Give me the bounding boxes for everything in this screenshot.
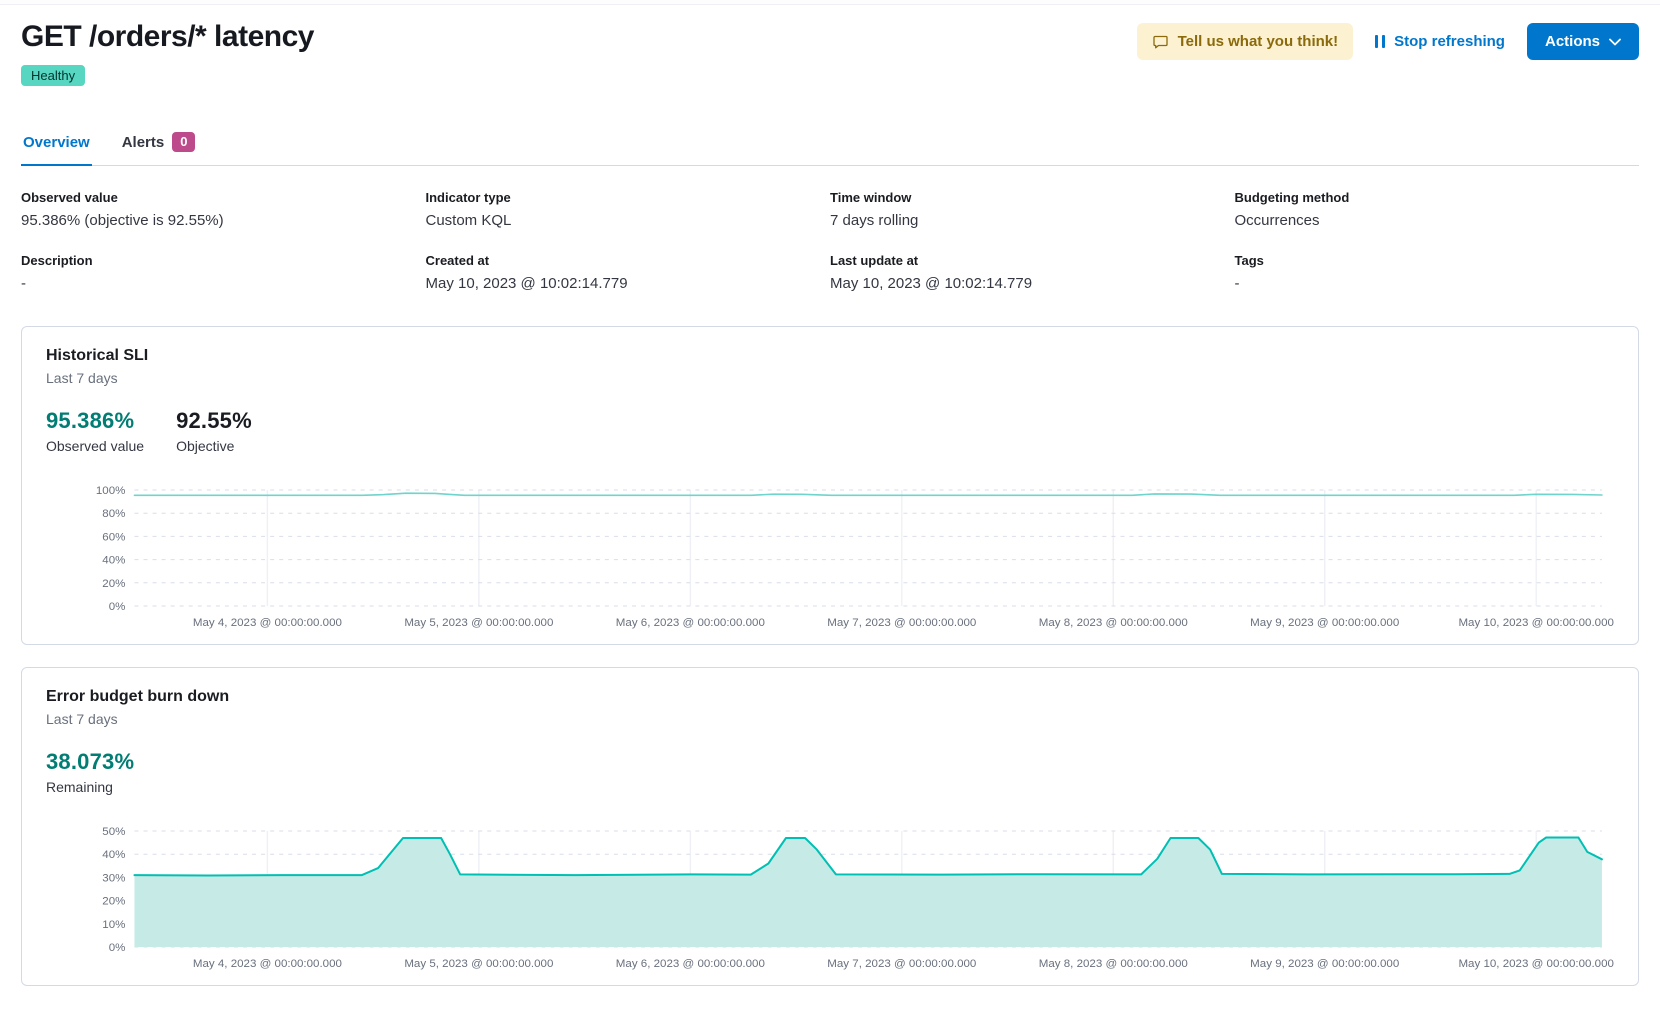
svg-text:May 4, 2023 @ 00:00:00.000: May 4, 2023 @ 00:00:00.000 (193, 958, 342, 970)
overview-metadata: Observed value 95.386% (objective is 92.… (21, 190, 1639, 292)
panel-title: Historical SLI (46, 347, 1614, 365)
page-title: GET /orders/* latency (21, 19, 314, 55)
error-budget-stats: 38.073% Remaining (46, 749, 1614, 795)
field-indicator-type: Indicator type Custom KQL (426, 190, 831, 229)
chevron-down-icon (1609, 38, 1621, 46)
panel-subtitle: Last 7 days (46, 711, 1614, 727)
slo-detail-page: GET /orders/* latency Healthy Tell us wh… (0, 5, 1660, 986)
svg-text:May 5, 2023 @ 00:00:00.000: May 5, 2023 @ 00:00:00.000 (404, 958, 553, 970)
svg-text:40%: 40% (102, 849, 125, 861)
svg-text:10%: 10% (102, 919, 125, 931)
field-value: 7 days rolling (830, 212, 1235, 229)
pause-icon (1375, 35, 1385, 48)
field-label: Created at (426, 253, 831, 268)
historical-sli-chart[interactable]: May 4, 2023 @ 00:00:00.000 May 5, 2023 @ … (46, 480, 1614, 632)
svg-text:20%: 20% (102, 896, 125, 908)
field-value: - (1235, 275, 1640, 292)
field-label: Last update at (830, 253, 1235, 268)
error-budget-chart[interactable]: May 4, 2023 @ 00:00:00.000 May 5, 2023 @ … (46, 821, 1614, 973)
field-label: Indicator type (426, 190, 831, 205)
svg-text:May 7, 2023 @ 00:00:00.000: May 7, 2023 @ 00:00:00.000 (827, 617, 976, 629)
svg-text:May 10, 2023 @ 00:00:00.000: May 10, 2023 @ 00:00:00.000 (1458, 617, 1614, 629)
svg-text:20%: 20% (102, 578, 125, 590)
svg-text:May 6, 2023 @ 00:00:00.000: May 6, 2023 @ 00:00:00.000 (616, 958, 765, 970)
tab-alerts[interactable]: Alerts 0 (120, 132, 198, 166)
panel-title: Error budget burn down (46, 688, 1614, 706)
feedback-button[interactable]: Tell us what you think! (1137, 23, 1354, 60)
tab-bar: Overview Alerts 0 (21, 132, 1639, 166)
field-label: Tags (1235, 253, 1640, 268)
svg-text:60%: 60% (102, 531, 125, 543)
field-observed-value: Observed value 95.386% (objective is 92.… (21, 190, 426, 229)
svg-text:May 8, 2023 @ 00:00:00.000: May 8, 2023 @ 00:00:00.000 (1039, 958, 1188, 970)
field-value: Occurrences (1235, 212, 1640, 229)
field-last-update-at: Last update at May 10, 2023 @ 10:02:14.7… (830, 253, 1235, 292)
speech-bubble-icon (1152, 34, 1169, 50)
svg-text:50%: 50% (102, 826, 125, 838)
svg-text:40%: 40% (102, 555, 125, 567)
sli-stats: 95.386% Observed value 92.55% Objective (46, 408, 1614, 454)
field-label: Observed value (21, 190, 426, 205)
svg-text:0%: 0% (109, 601, 126, 613)
svg-text:100%: 100% (96, 485, 126, 497)
svg-text:May 10, 2023 @ 00:00:00.000: May 10, 2023 @ 00:00:00.000 (1458, 958, 1614, 970)
field-label: Time window (830, 190, 1235, 205)
field-value: Custom KQL (426, 212, 831, 229)
svg-text:May 8, 2023 @ 00:00:00.000: May 8, 2023 @ 00:00:00.000 (1039, 617, 1188, 629)
field-time-window: Time window 7 days rolling (830, 190, 1235, 229)
observed-value-stat: 95.386% Observed value (46, 408, 144, 454)
field-label: Budgeting method (1235, 190, 1640, 205)
svg-text:0%: 0% (109, 942, 126, 954)
field-description: Description - (21, 253, 426, 292)
svg-text:May 4, 2023 @ 00:00:00.000: May 4, 2023 @ 00:00:00.000 (193, 617, 342, 629)
field-tags: Tags - (1235, 253, 1640, 292)
field-value: - (21, 275, 426, 292)
tab-overview[interactable]: Overview (21, 132, 92, 166)
remaining-stat: 38.073% Remaining (46, 749, 134, 795)
stat-value: 92.55% (176, 408, 252, 434)
stat-value: 95.386% (46, 408, 144, 434)
svg-text:80%: 80% (102, 508, 125, 520)
svg-text:May 5, 2023 @ 00:00:00.000: May 5, 2023 @ 00:00:00.000 (404, 617, 553, 629)
field-label: Description (21, 253, 426, 268)
stat-label: Objective (176, 438, 252, 454)
panel-subtitle: Last 7 days (46, 370, 1614, 386)
svg-text:May 9, 2023 @ 00:00:00.000: May 9, 2023 @ 00:00:00.000 (1250, 958, 1399, 970)
status-badge: Healthy (21, 65, 85, 86)
svg-text:May 7, 2023 @ 00:00:00.000: May 7, 2023 @ 00:00:00.000 (827, 958, 976, 970)
field-value: 95.386% (objective is 92.55%) (21, 212, 426, 229)
stat-label: Remaining (46, 779, 134, 795)
svg-text:May 9, 2023 @ 00:00:00.000: May 9, 2023 @ 00:00:00.000 (1250, 617, 1399, 629)
tab-overview-label: Overview (23, 134, 90, 151)
stop-refreshing-label: Stop refreshing (1394, 33, 1505, 50)
actions-button-label: Actions (1545, 33, 1600, 50)
feedback-button-label: Tell us what you think! (1178, 33, 1339, 50)
svg-text:30%: 30% (102, 872, 125, 884)
field-value: May 10, 2023 @ 10:02:14.779 (830, 275, 1235, 292)
objective-stat: 92.55% Objective (176, 408, 252, 454)
stat-value: 38.073% (46, 749, 134, 775)
actions-button[interactable]: Actions (1527, 23, 1639, 60)
svg-text:May 6, 2023 @ 00:00:00.000: May 6, 2023 @ 00:00:00.000 (616, 617, 765, 629)
title-block: GET /orders/* latency Healthy (21, 19, 314, 86)
field-value: May 10, 2023 @ 10:02:14.779 (426, 275, 831, 292)
field-created-at: Created at May 10, 2023 @ 10:02:14.779 (426, 253, 831, 292)
stat-label: Observed value (46, 438, 144, 454)
field-budgeting-method: Budgeting method Occurrences (1235, 190, 1640, 229)
page-header: GET /orders/* latency Healthy Tell us wh… (21, 5, 1639, 86)
header-actions: Tell us what you think! Stop refreshing … (1137, 19, 1639, 60)
tab-alerts-label: Alerts (122, 134, 165, 151)
alerts-count-badge: 0 (172, 132, 195, 152)
error-budget-panel: Error budget burn down Last 7 days 38.07… (21, 667, 1639, 986)
stop-refreshing-button[interactable]: Stop refreshing (1375, 33, 1505, 50)
historical-sli-panel: Historical SLI Last 7 days 95.386% Obser… (21, 326, 1639, 645)
